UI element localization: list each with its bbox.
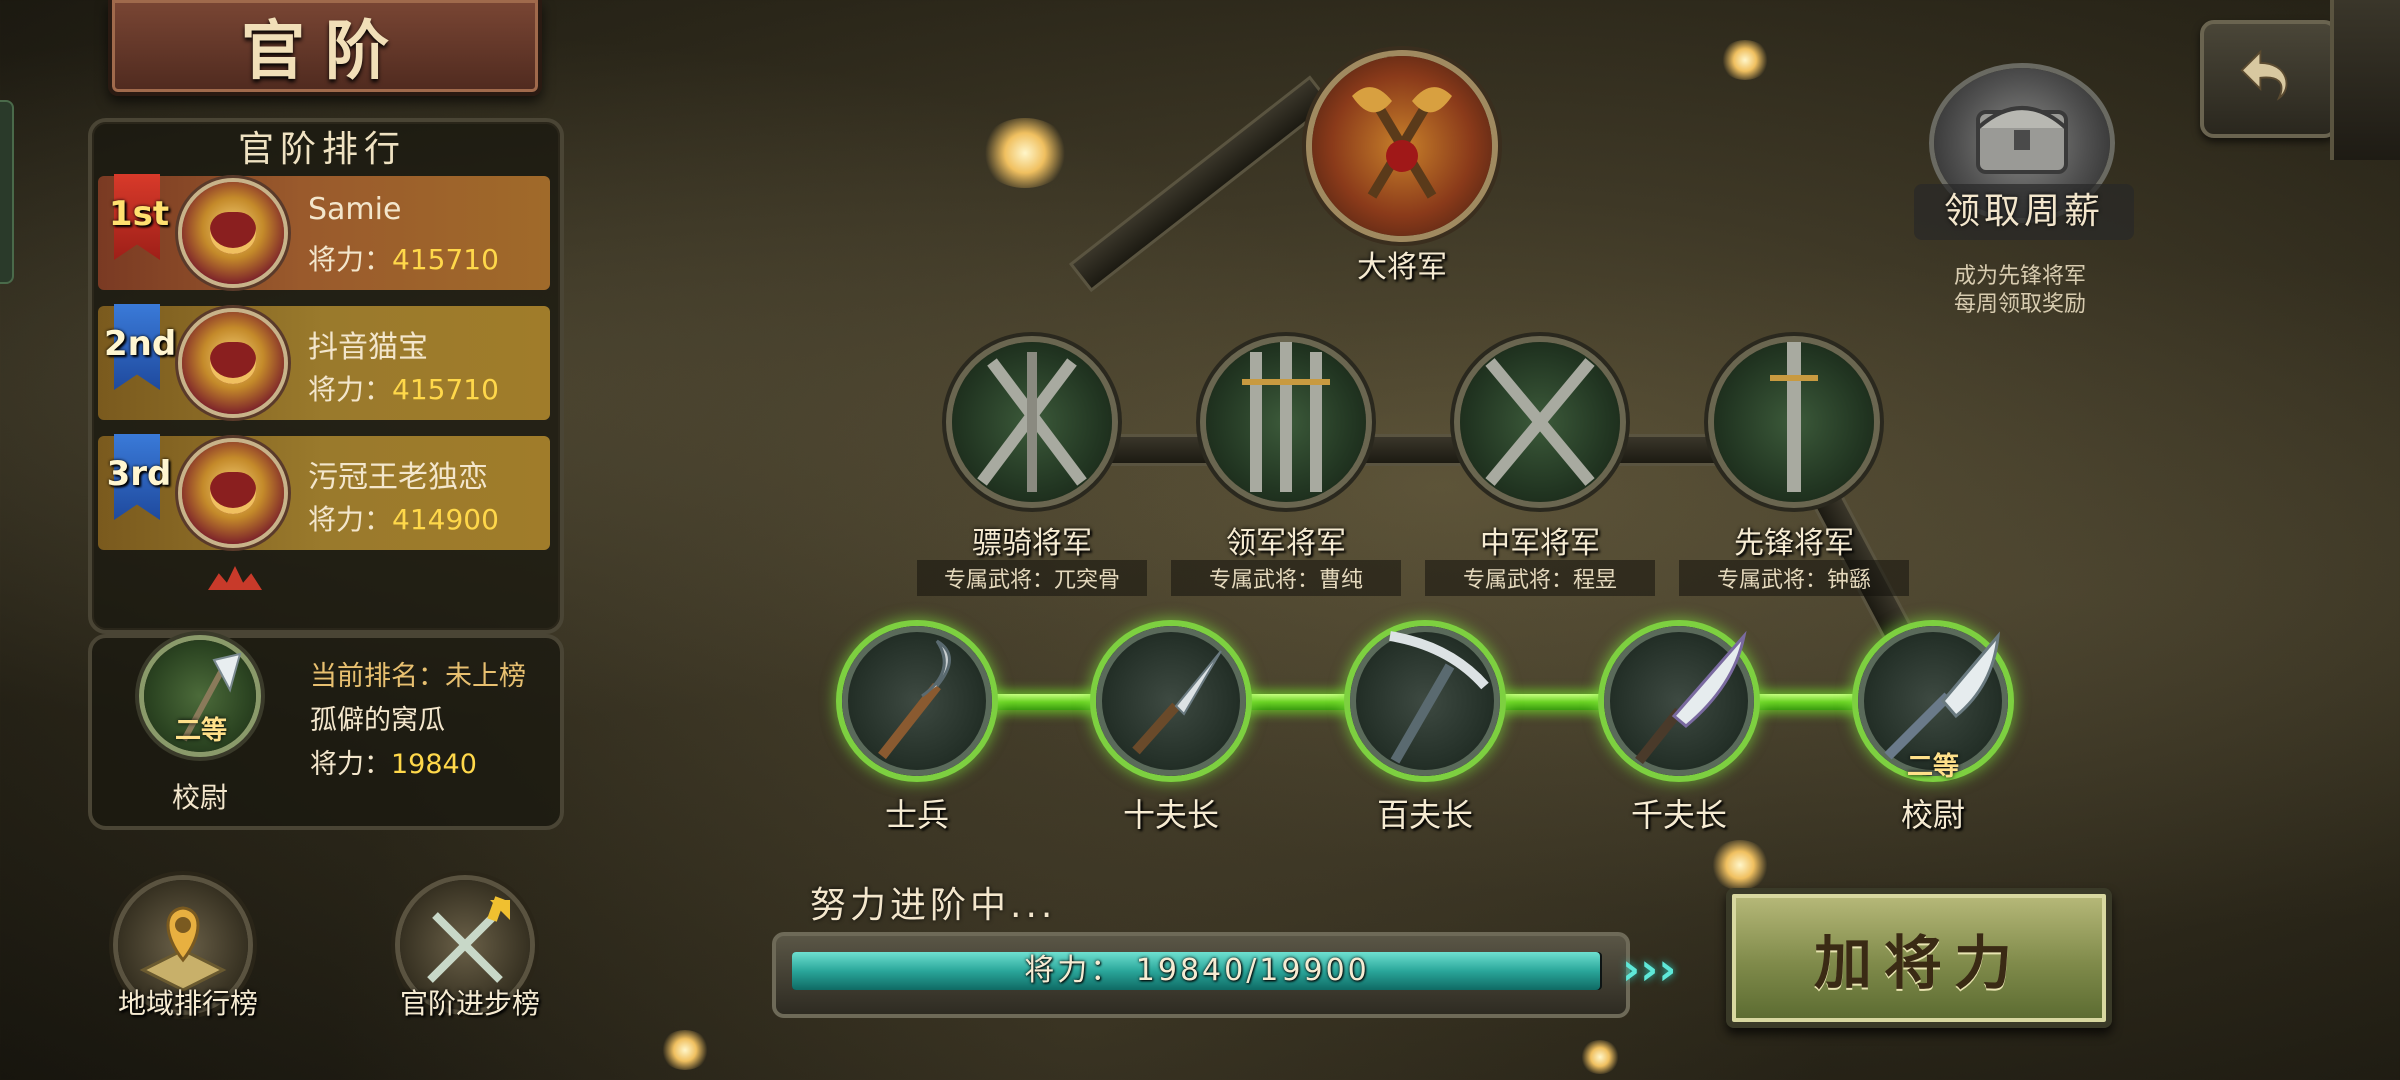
general-label: 领军将军 [1226,526,1346,561]
rank-badge-title: 校尉 [171,781,228,814]
page-title: 官阶 [108,0,542,96]
player-name: 污冠王老独恋 [308,460,488,495]
sickle-icon [878,639,951,760]
avatar[interactable] [182,442,284,544]
general-exclusive: 专属武将：曹纯 [1171,560,1401,596]
avatar[interactable] [182,312,284,414]
ranking-row[interactable]: 2nd 抖音猫宝 将力：415710 [98,304,550,420]
power-label: 将力： [308,243,393,276]
vanguard-general-node[interactable] [1714,342,1874,502]
rank-label: 士兵 [884,796,949,834]
power-value: 415710 [392,243,499,276]
region-ranking-label[interactable]: 地域排行榜 [88,982,288,1022]
general-label: 中军将军 [1480,526,1600,561]
weekly-salary-button[interactable]: 领取周薪 [1914,184,2134,240]
sword-icon [1770,342,1818,492]
rank-node-thousand[interactable] [1604,626,1754,776]
crossed-swords-icon [977,352,1087,492]
player-power: 将力：415710 [308,238,499,278]
rank-grade-badge: 二等 [1906,752,1959,782]
add-power-button[interactable]: 加将力 [1726,888,2112,1028]
pickaxe-icon [1389,631,1489,764]
cavalry-general-node[interactable] [952,342,1112,502]
current-rank: 当前排名：未上榜 [310,654,526,693]
central-general-node[interactable] [1460,342,1620,502]
back-button[interactable] [2200,20,2338,138]
crossed-swords-icon [1485,358,1595,486]
power-value: 414900 [392,503,499,536]
rank-node-soldier[interactable] [842,626,992,776]
my-power: 将力：19840 [310,742,477,781]
rank-number: 1st [108,194,170,234]
power-label: 将力： [310,749,391,780]
rank-number: 2nd [104,324,177,364]
corner-frame [2330,0,2400,160]
power-value: 415710 [392,373,499,406]
my-name: 孤僻的窝瓜 [310,705,445,736]
progress-title: 努力进阶中... [810,885,1057,926]
current-rank-value: 未上榜 [445,661,526,692]
rank-node-ten[interactable] [1096,626,1246,776]
rank-progress-label[interactable]: 官阶进步榜 [370,982,570,1022]
leading-general-node[interactable] [1206,342,1366,502]
progress-chevrons-icon: ››› [1622,944,1677,995]
grand-general-node[interactable] [1312,56,1492,236]
axe-emblem-icon [1352,87,1452,199]
player-power: 将力：415710 [308,368,499,408]
player-name: 抖音猫宝 [308,330,428,365]
rank-number: 3rd [106,454,172,494]
rank-node-hundred[interactable] [1350,626,1500,776]
rank-badge-grade: 二等 [174,716,227,746]
side-drawer-tab[interactable] [0,100,14,284]
dagger-icon [1132,650,1222,755]
broadsword-icon [1635,630,1747,765]
grand-general-label: 大将军 [1357,250,1447,285]
rank-label: 校尉 [1900,796,1965,834]
back-arrow-icon [2240,49,2288,101]
triple-swords-icon [1242,342,1330,492]
weekly-note-line2: 每周领取奖励 [1953,292,2086,317]
power-label: 将力： [308,373,393,406]
general-exclusive: 专属武将：钟繇 [1679,560,1909,596]
power-label: 将力： [308,503,393,536]
ranking-row[interactable]: 3rd 污冠王老独恋 将力：414900 [98,434,550,550]
general-label: 先锋将军 [1734,526,1854,561]
rank-label: 十夫长 [1122,796,1219,834]
current-rank-label: 当前排名： [310,661,445,692]
general-exclusive: 专属武将：程昱 [1425,560,1655,596]
progress-text: 将力： 19840/19900 [1024,953,1370,988]
rank-label: 千夫长 [1630,796,1727,834]
avatar[interactable] [182,182,284,284]
general-label: 骠骑将军 [972,526,1092,561]
ranking-title: 官阶排行 [237,129,406,170]
rank-label: 百夫长 [1376,796,1473,834]
ranking-row[interactable]: 1st Samie 将力：415710 [98,174,550,290]
power-value: 19840 [391,749,477,780]
general-exclusive: 专属武将：兀突骨 [917,560,1147,596]
player-power: 将力：414900 [308,498,499,538]
player-name: Samie [308,192,402,227]
